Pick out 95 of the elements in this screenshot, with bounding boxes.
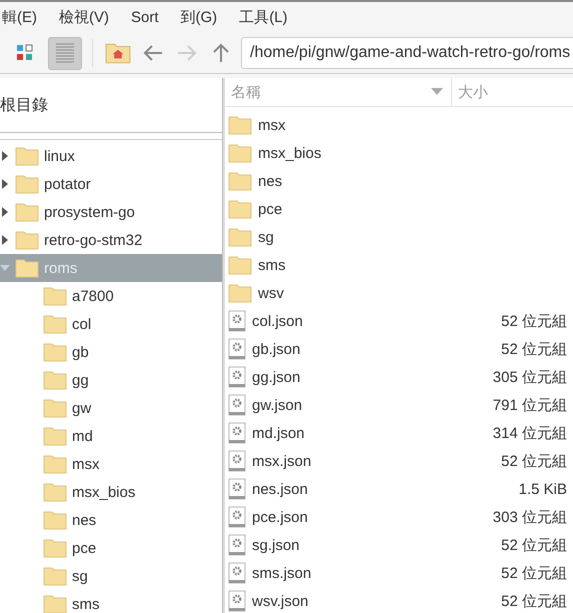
settings-file-icon	[228, 534, 246, 556]
file-size: 52 位元組	[501, 536, 567, 554]
file-name[interactable]: msx.json	[252, 452, 496, 470]
folder-icon	[43, 538, 67, 558]
collapsed-arrow-icon[interactable]	[0, 151, 10, 161]
file-size: 791 位元組	[492, 396, 567, 414]
menu-item[interactable]: 檢視(V)	[59, 8, 109, 27]
folder-icon	[228, 143, 252, 163]
list-view-icon	[54, 42, 76, 64]
file-name[interactable]: sms.json	[252, 564, 496, 582]
tree-item[interactable]: sms	[0, 590, 222, 613]
file-size: 52 位元組	[501, 340, 567, 358]
tree-item[interactable]: potator	[0, 170, 222, 198]
tree-item[interactable]: md	[0, 422, 222, 450]
folder-icon	[228, 199, 252, 219]
file-name[interactable]: gb.json	[252, 340, 496, 358]
folder-icon	[228, 171, 252, 191]
menu-item[interactable]: Sort	[131, 9, 159, 26]
folder-icon	[15, 258, 39, 278]
folder-icon	[43, 454, 67, 474]
tree-item[interactable]: sg	[0, 562, 222, 590]
settings-file-icon	[228, 394, 246, 416]
tree-item[interactable]: linux	[0, 142, 222, 170]
settings-file-icon	[228, 562, 246, 584]
file-size: 305 位元組	[492, 368, 567, 386]
folder-icon	[15, 174, 39, 194]
folder-icon	[43, 482, 67, 502]
tree-item[interactable]: col	[0, 310, 222, 338]
file-name[interactable]: wsv.json	[252, 592, 496, 610]
tree-item[interactable]: prosystem-go	[0, 198, 222, 226]
folder-icon	[43, 370, 67, 390]
grid-view-icon	[15, 43, 35, 63]
folder-icon	[43, 314, 67, 334]
settings-file-icon	[228, 366, 246, 388]
tree-item[interactable]: a7800	[0, 282, 222, 310]
tree-item[interactable]: pce	[0, 534, 222, 562]
file-name[interactable]: gw.json	[252, 396, 487, 414]
file-name[interactable]: pce.json	[252, 508, 487, 526]
folder-icon	[43, 510, 67, 530]
file-size: 1.5 KiB	[518, 480, 567, 498]
file-name[interactable]: sg.json	[252, 536, 496, 554]
menu-item[interactable]: 工具(L)	[239, 8, 288, 27]
folder-icon	[43, 566, 67, 586]
folder-icon	[43, 594, 67, 613]
sort-caret-icon	[431, 88, 443, 96]
folder-icon	[228, 283, 252, 303]
home-folder-icon[interactable]	[105, 42, 131, 64]
tree-item[interactable]: gb	[0, 338, 222, 366]
settings-file-icon	[228, 310, 246, 332]
file-name[interactable]: gg.json	[252, 368, 487, 386]
file-name[interactable]: wsv	[258, 284, 567, 302]
file-name[interactable]: pce	[258, 200, 567, 218]
folder-icon	[15, 230, 39, 250]
collapsed-arrow-icon[interactable]	[0, 179, 10, 189]
settings-file-icon	[228, 338, 246, 360]
file-name[interactable]: sms	[258, 256, 567, 274]
folder-icon	[15, 202, 39, 222]
file-size: 314 位元組	[492, 424, 567, 442]
tree-item[interactable]: nes	[0, 506, 222, 534]
settings-file-icon	[228, 478, 246, 500]
file-name[interactable]: msx_bios	[258, 144, 567, 162]
folder-icon	[228, 227, 252, 247]
collapsed-arrow-icon[interactable]	[0, 235, 10, 245]
folder-icon	[228, 115, 252, 135]
file-size: 52 位元組	[501, 564, 567, 582]
file-name[interactable]: nes.json	[252, 480, 513, 498]
file-name[interactable]: col.json	[252, 312, 496, 330]
file-size: 303 位元組	[492, 508, 567, 526]
folder-icon	[43, 398, 67, 418]
file-size: 52 位元組	[501, 312, 567, 330]
file-size: 52 位元組	[501, 452, 567, 470]
tree-item[interactable]: gg	[0, 366, 222, 394]
folder-icon	[43, 342, 67, 362]
settings-file-icon	[228, 450, 246, 472]
file-name[interactable]: md.json	[252, 424, 487, 442]
file-name[interactable]: nes	[258, 172, 567, 190]
menu-item[interactable]: 到(G)	[180, 8, 218, 27]
tree-item[interactable]: retro-go-stm32	[0, 226, 222, 254]
file-size: 52 位元組	[501, 592, 567, 610]
list-view-button[interactable]	[48, 36, 82, 70]
file-name[interactable]: msx	[258, 116, 567, 134]
tree-item[interactable]: msx	[0, 450, 222, 478]
folder-icon	[228, 255, 252, 275]
tree-item[interactable]: msx_bios	[0, 478, 222, 506]
folder-icon	[15, 146, 39, 166]
collapsed-arrow-icon[interactable]	[0, 207, 10, 217]
folder-icon	[43, 286, 67, 306]
folder-icon	[43, 426, 67, 446]
settings-file-icon	[228, 506, 246, 528]
path-field[interactable]: /home/pi/gnw/game-and-watch-retro-go/roms	[241, 37, 573, 69]
settings-file-icon	[228, 422, 246, 444]
menu-item[interactable]: 輯(E)	[2, 8, 37, 27]
sidebar-title: 根目錄	[0, 96, 48, 116]
file-name[interactable]: sg	[258, 228, 567, 246]
tree-item[interactable]: gw	[0, 394, 222, 422]
